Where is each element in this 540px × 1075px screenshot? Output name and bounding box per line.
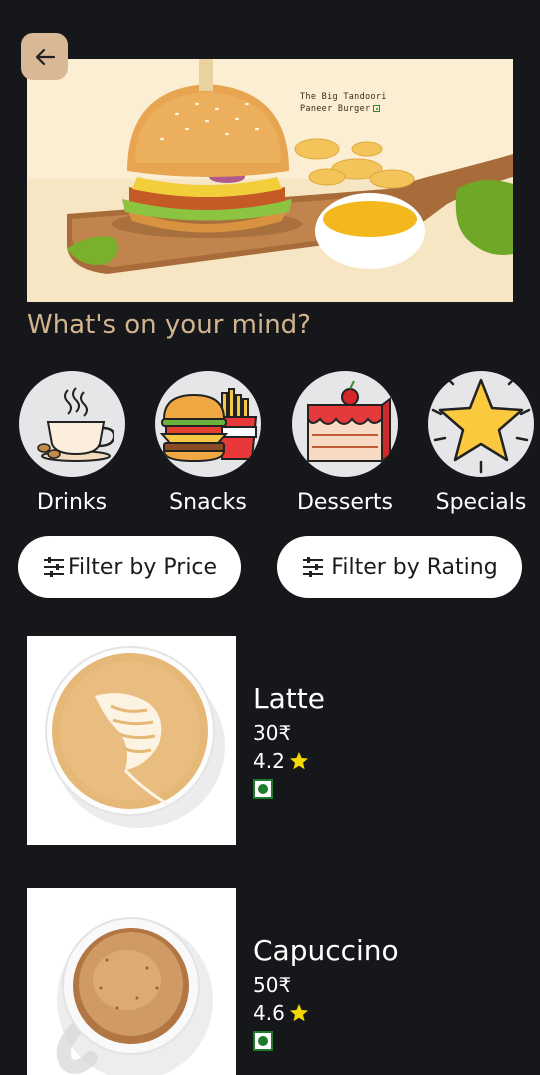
burger-image (27, 59, 513, 302)
item-price: 30₹ (253, 721, 292, 745)
back-button[interactable] (21, 33, 68, 80)
star-icon (431, 376, 531, 474)
veg-indicator-icon (253, 1031, 273, 1051)
capuccino-image (27, 888, 236, 1075)
capuccino-cup-image (27, 888, 236, 1075)
item-rating: 4.6 (253, 1001, 399, 1025)
filter-by-rating-label: Filter by Rating (331, 554, 498, 580)
item-name: Latte (253, 682, 325, 715)
veg-mark-icon (373, 105, 381, 112)
filter-by-rating-button[interactable]: Filter by Rating (277, 536, 522, 598)
item-name: Capuccino (253, 934, 399, 967)
category-specials-circle (428, 371, 534, 477)
category-drinks-label: Drinks (36, 490, 108, 515)
star-icon (289, 1004, 308, 1022)
arrow-left-icon (35, 48, 55, 65)
category-desserts[interactable]: Desserts (292, 371, 398, 515)
category-snacks-circle (155, 371, 261, 477)
burger-fries-icon (159, 388, 258, 463)
category-snacks-label: Snacks (169, 490, 247, 515)
category-desserts-circle (292, 371, 398, 477)
star-icon (289, 752, 308, 770)
menu-item-latte[interactable]: Latte 30₹ 4.2 (27, 636, 517, 845)
category-drinks[interactable]: Drinks (19, 371, 125, 515)
item-price: 50₹ (253, 973, 292, 997)
filter-by-price-label: Filter by Price (67, 554, 218, 580)
capuccino-info: Capuccino 50₹ 4.6 (253, 934, 399, 1051)
coffee-cup-icon (37, 387, 114, 462)
item-rating-value: 4.6 (253, 1001, 285, 1025)
hero-banner[interactable]: The Big Tandoori Paneer Burger (27, 59, 513, 302)
veg-indicator-icon (253, 779, 273, 799)
latte-info: Latte 30₹ 4.2 (253, 682, 325, 799)
sliders-icon (303, 557, 324, 577)
hero-caption: The Big Tandoori Paneer Burger (300, 91, 387, 115)
menu-item-capuccino[interactable]: Capuccino 50₹ 4.6 (27, 888, 517, 1075)
latte-image (27, 636, 236, 845)
latte-art-image (27, 636, 236, 845)
item-rating: 4.2 (253, 749, 325, 773)
filter-by-price-button[interactable]: Filter by Price (18, 536, 241, 598)
category-specials[interactable]: Specials (428, 371, 534, 515)
category-specials-label: Specials (435, 490, 527, 515)
item-rating-value: 4.2 (253, 749, 285, 773)
sliders-icon (43, 557, 64, 577)
cake-slice-icon (307, 380, 391, 463)
category-snacks[interactable]: Snacks (155, 371, 261, 515)
category-drinks-circle (19, 371, 125, 477)
hero-caption-line1: The Big Tandoori (300, 92, 387, 102)
hero-caption-line2: Paneer Burger (300, 104, 371, 114)
section-title: What's on your mind? (27, 310, 311, 340)
category-desserts-label: Desserts (296, 490, 394, 515)
